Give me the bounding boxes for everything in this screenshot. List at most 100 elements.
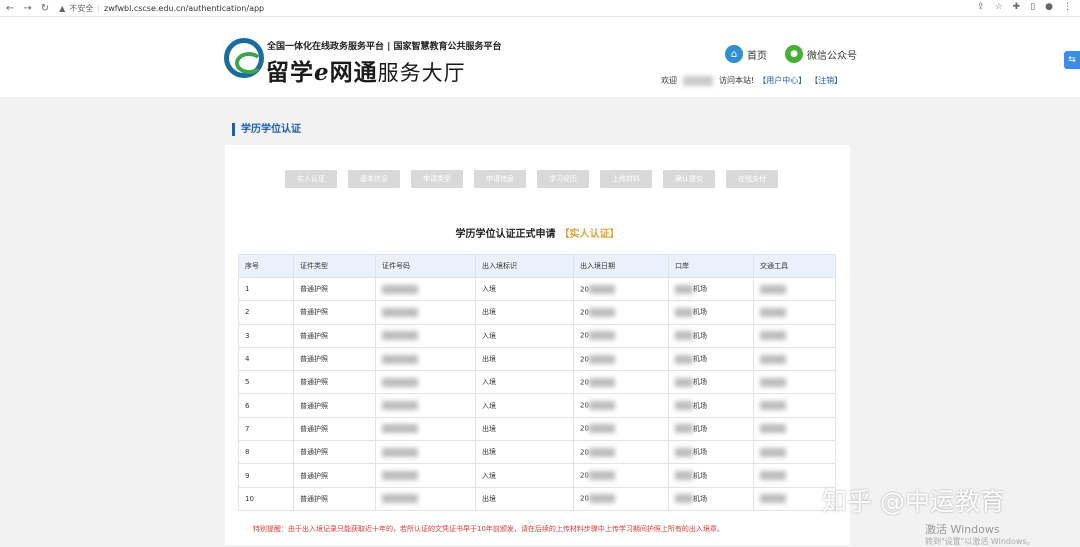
brand-left: 留学	[266, 59, 314, 86]
redacted-text	[675, 354, 693, 364]
row-doc-number-redacted	[375, 276, 476, 302]
row-port-text: 机场	[693, 401, 707, 410]
row-date-text: 20	[580, 424, 589, 433]
row-doc-number-redacted	[375, 346, 476, 372]
form-title: 学历学位认证正式申请 【实人认证】	[225, 225, 850, 240]
col-doc-number: 证件号码	[375, 254, 476, 278]
row-port-text: 机场	[693, 285, 707, 294]
platform-subtitle: 全国一体化在线政务服务平台 | 国家智慧教育公共服务平台	[267, 42, 502, 52]
step-confirm-submit[interactable]: 确认提交	[663, 170, 715, 188]
step-basic-info[interactable]: 基本信息	[348, 170, 400, 188]
redacted-text	[588, 424, 615, 434]
row-direction: 入境	[475, 276, 574, 302]
row-direction-text: 出境	[482, 424, 496, 433]
profile-icon[interactable]: ●	[1045, 2, 1053, 12]
row-direction: 出境	[475, 300, 574, 325]
row-no-text: 4	[245, 355, 250, 364]
row-direction-text: 出境	[482, 355, 496, 364]
row-doc-number-redacted	[375, 370, 476, 395]
logo-icon[interactable]	[224, 38, 264, 78]
redacted-text	[760, 307, 786, 317]
step-online-payment[interactable]: 在线支付	[726, 170, 778, 188]
row-date: 20	[573, 393, 669, 418]
step-study-history[interactable]: 学习经历	[537, 170, 589, 188]
home-link[interactable]: 首页	[747, 47, 767, 62]
brand-e: e	[314, 59, 330, 86]
redacted-text	[382, 401, 418, 411]
forward-icon[interactable]: →	[23, 3, 31, 14]
step-application-info[interactable]: 申请信息	[474, 170, 526, 188]
row-doc-type-text: 普通护照	[300, 378, 328, 387]
insecure-label[interactable]: 不安全	[69, 3, 93, 14]
table-row: 2 普通护照 出境 20 机场	[238, 300, 836, 325]
step-bar: 实人认证 基本信息 申请类型 申请信息 学习经历 上传材料 确认提交 在线支付	[285, 170, 778, 188]
redacted-text	[588, 401, 615, 411]
redacted-text	[760, 424, 786, 434]
redacted-text	[675, 447, 693, 457]
row-transport-redacted	[753, 300, 836, 325]
extensions-icon[interactable]: ✚	[1013, 2, 1021, 12]
row-date-text: 20	[580, 378, 589, 387]
section-title: 学历学位认证	[232, 123, 301, 136]
home-icon[interactable]: ⌂	[725, 45, 743, 63]
row-transport-redacted	[753, 440, 836, 465]
row-doc-type: 普通护照	[293, 463, 376, 488]
address-bar[interactable]: zwfwbl.cscse.edu.cn/authentication/app	[104, 4, 264, 13]
share-icon[interactable]: ⇪	[977, 2, 985, 12]
wechat-icon[interactable]: ●	[785, 45, 803, 63]
redacted-text	[588, 447, 615, 457]
menu-icon[interactable]: ⋮	[1063, 2, 1072, 12]
table-body: 1 普通护照 入境 20 机场 2 普通护照 出境 20 机场 3 普通护照 入境 20 机场 4 普通护照 出境…	[238, 276, 836, 511]
logout-link[interactable]: 【注销】	[810, 75, 842, 86]
row-doc-type: 普通护照	[293, 440, 376, 465]
redacted-text	[760, 377, 786, 387]
redacted-text	[382, 354, 418, 364]
row-doc-type-text: 普通护照	[300, 331, 328, 340]
back-icon[interactable]: ←	[6, 3, 14, 14]
row-doc-type: 普通护照	[293, 486, 376, 511]
row-port: 机场	[668, 323, 754, 348]
star-icon[interactable]: ☆	[995, 2, 1003, 12]
redacted-text	[675, 284, 693, 294]
redacted-text	[588, 354, 615, 364]
warning-icon[interactable]: ▲	[59, 4, 65, 13]
row-no-text: 3	[245, 331, 250, 340]
row-direction-text: 入境	[482, 331, 496, 340]
row-direction: 出境	[475, 440, 574, 465]
site-brand[interactable]: 留学e网通服务大厅	[266, 53, 466, 87]
row-transport-redacted	[753, 416, 836, 442]
row-date-text: 20	[580, 494, 589, 503]
row-no: 10	[238, 486, 294, 511]
step-application-type[interactable]: 申请类型	[411, 170, 463, 188]
row-date: 20	[573, 370, 669, 395]
redacted-text	[588, 377, 615, 387]
row-date: 20	[573, 276, 669, 302]
row-date-text: 20	[580, 355, 589, 364]
table-row: 10 普通护照 出境 20 机场	[238, 486, 836, 511]
row-port: 机场	[668, 486, 754, 511]
redacted-text	[760, 284, 786, 294]
row-doc-type-text: 普通护照	[300, 285, 328, 294]
row-date: 20	[573, 346, 669, 372]
table-row: 8 普通护照 出境 20 机场	[238, 440, 836, 465]
username-redacted	[683, 75, 713, 86]
step-upload-materials[interactable]: 上传材料	[600, 170, 652, 188]
translate-icon[interactable]: ⇆	[1064, 51, 1080, 69]
row-date: 20	[573, 440, 669, 465]
user-center-link[interactable]: 【用户中心】	[758, 75, 806, 86]
step-real-name[interactable]: 实人认证	[285, 170, 337, 188]
row-doc-number-redacted	[375, 300, 476, 325]
row-date-text: 20	[580, 331, 589, 340]
row-doc-type: 普通护照	[293, 370, 376, 395]
row-direction-text: 入境	[482, 285, 496, 294]
form-title-text: 学历学位认证正式申请	[455, 229, 556, 240]
reload-icon[interactable]: ↻	[41, 3, 49, 14]
row-date-text: 20	[580, 285, 589, 294]
welcome-prefix: 欢迎	[661, 76, 677, 85]
sidebar-icon[interactable]: ▯	[1030, 2, 1035, 12]
col-transport: 交通工具	[753, 254, 836, 278]
row-port-text: 机场	[693, 355, 707, 364]
wechat-link[interactable]: 微信公众号	[807, 47, 857, 62]
row-date-text: 20	[580, 401, 589, 410]
table-row: 3 普通护照 入境 20 机场	[238, 323, 836, 348]
